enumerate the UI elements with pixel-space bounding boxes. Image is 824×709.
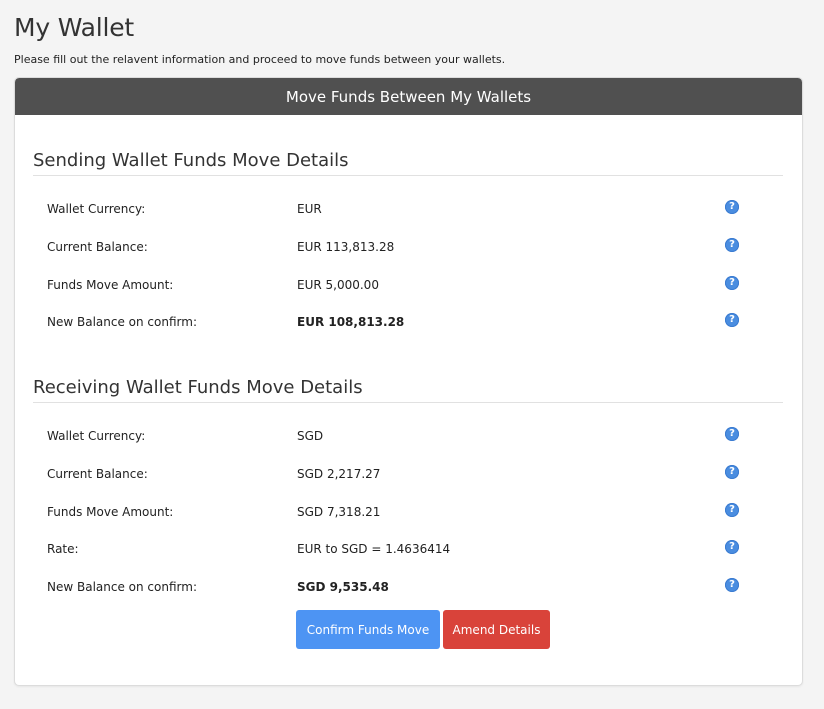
help-icon[interactable]: ? — [725, 427, 739, 441]
help-icon[interactable]: ? — [725, 465, 739, 479]
row-value: EUR to SGD = 1.4636414 — [297, 542, 451, 556]
page-subtitle: Please fill out the relavent information… — [14, 53, 506, 66]
row-label: Wallet Currency: — [47, 429, 146, 443]
sending-row-funds-move-amount: Funds Move Amount: EUR 5,000.00 ? — [47, 276, 739, 296]
row-value: SGD 9,535.48 — [297, 580, 389, 594]
receiving-row-funds-move-amount: Funds Move Amount: SGD 7,318.21 ? — [47, 503, 739, 523]
row-label: New Balance on confirm: — [47, 580, 197, 594]
panel-header: Move Funds Between My Wallets — [15, 78, 802, 115]
sending-row-wallet-currency: Wallet Currency: EUR ? — [47, 200, 739, 220]
row-label: Rate: — [47, 542, 79, 556]
receiving-row-new-balance: New Balance on confirm: SGD 9,535.48 ? — [47, 578, 739, 598]
row-value: EUR 108,813.28 — [297, 315, 405, 329]
row-label: Current Balance: — [47, 240, 148, 254]
receiving-row-current-balance: Current Balance: SGD 2,217.27 ? — [47, 465, 739, 485]
row-label: Funds Move Amount: — [47, 278, 174, 292]
help-icon[interactable]: ? — [725, 200, 739, 214]
sending-row-current-balance: Current Balance: EUR 113,813.28 ? — [47, 238, 739, 258]
row-label: Wallet Currency: — [47, 202, 146, 216]
confirm-funds-move-button[interactable]: Confirm Funds Move — [296, 610, 440, 649]
row-value: SGD — [297, 429, 324, 443]
help-icon[interactable]: ? — [725, 238, 739, 252]
row-label: Current Balance: — [47, 467, 148, 481]
funds-move-panel: Move Funds Between My Wallets Sending Wa… — [14, 77, 803, 686]
help-icon[interactable]: ? — [725, 276, 739, 290]
row-value: SGD 2,217.27 — [297, 467, 381, 481]
sending-row-new-balance: New Balance on confirm: EUR 108,813.28 ? — [47, 313, 739, 333]
row-value: SGD 7,318.21 — [297, 505, 381, 519]
page-title: My Wallet — [14, 13, 135, 42]
amend-details-button[interactable]: Amend Details — [443, 610, 550, 649]
receiving-row-wallet-currency: Wallet Currency: SGD ? — [47, 427, 739, 447]
help-icon[interactable]: ? — [725, 313, 739, 327]
row-label: Funds Move Amount: — [47, 505, 174, 519]
sending-section-heading: Sending Wallet Funds Move Details — [33, 150, 783, 176]
help-icon[interactable]: ? — [725, 503, 739, 517]
row-value: EUR 5,000.00 — [297, 278, 379, 292]
help-icon[interactable]: ? — [725, 578, 739, 592]
receiving-row-rate: Rate: EUR to SGD = 1.4636414 ? — [47, 540, 739, 560]
row-value: EUR 113,813.28 — [297, 240, 395, 254]
receiving-section-heading: Receiving Wallet Funds Move Details — [33, 377, 783, 403]
row-value: EUR — [297, 202, 322, 216]
help-icon[interactable]: ? — [725, 540, 739, 554]
row-label: New Balance on confirm: — [47, 315, 197, 329]
